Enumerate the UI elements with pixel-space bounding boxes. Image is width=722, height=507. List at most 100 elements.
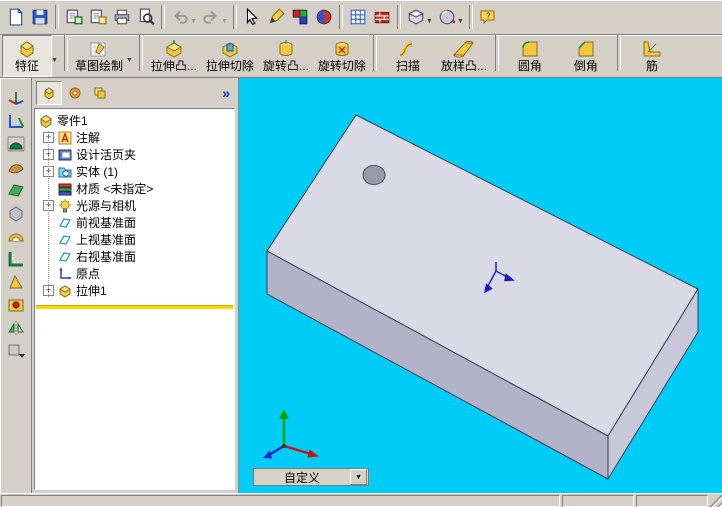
tree-item-lights-cameras[interactable]: + 光源与相机 — [35, 197, 234, 214]
view-orientation-button[interactable] — [404, 5, 428, 29]
deform-icon — [9, 205, 22, 222]
make-drawing-button[interactable] — [62, 5, 86, 29]
tree-guide-line — [48, 131, 50, 297]
material-icon — [57, 181, 73, 197]
print-preview-button[interactable] — [134, 5, 158, 29]
display-style-button[interactable] — [435, 5, 459, 29]
status-cell — [636, 495, 708, 507]
render-sphere-icon — [316, 9, 332, 25]
draft-icon — [8, 274, 23, 288]
axes-3d-button[interactable] — [3, 86, 29, 109]
more-features-button[interactable] — [3, 339, 29, 362]
extruded-cut-button[interactable]: 拉伸切除 — [202, 35, 258, 77]
chamfer-label: 倒角 — [573, 59, 598, 73]
feature-manager-icon — [44, 87, 54, 100]
rollback-bar[interactable] — [36, 305, 233, 309]
view-orientation-icon — [407, 9, 424, 25]
tree-item-label: 设计活页夹 — [76, 148, 137, 162]
view-selector-dropdown-button[interactable]: ▼ — [350, 469, 367, 485]
revolved-cut-button[interactable]: 旋转切除 — [314, 35, 370, 77]
render-button[interactable] — [312, 5, 336, 29]
tree-item-solid-bodies[interactable]: + 实体 (1) — [35, 163, 234, 180]
tree-item-annotations[interactable]: + 注解 — [35, 129, 234, 146]
svg-text:?: ? — [486, 12, 491, 21]
tree-item-label: 实体 (1) — [76, 165, 119, 179]
resize-grip[interactable] — [709, 494, 722, 507]
bricks-icon — [374, 11, 390, 24]
redo-button[interactable] — [199, 5, 223, 29]
bricks-button[interactable] — [370, 5, 394, 29]
view-orientation-caret[interactable]: ▼ — [426, 18, 433, 25]
sketch-mode-dropdown[interactable]: ▼ — [126, 35, 136, 77]
more-features-icon — [8, 344, 25, 358]
draft-button[interactable] — [3, 270, 29, 293]
view-selector-combo[interactable]: 自定义 ▼ — [253, 468, 369, 486]
feature-manager-panel: » 零件1 + 注解 + 设计活页夹 + 实体 (1) 材质 <未指定> + 光… — [32, 78, 238, 493]
select-arrow-icon — [246, 8, 258, 26]
fillet-button[interactable]: 圆角 — [502, 35, 558, 77]
lofted-boss-button[interactable]: 放样凸... — [436, 35, 492, 77]
panel-collapse-button[interactable]: » — [218, 86, 234, 100]
toolbar-separator — [161, 5, 165, 29]
deform-button[interactable] — [3, 201, 29, 224]
help-button[interactable]: ? — [476, 5, 500, 29]
color-button[interactable] — [288, 5, 312, 29]
undo-dropdown-caret[interactable]: ▼ — [190, 18, 197, 25]
revolved-boss-button[interactable]: 旋转凸... — [258, 35, 314, 77]
tree-item-design-binder[interactable]: + 设计活页夹 — [35, 146, 234, 163]
new-document-button[interactable] — [4, 5, 28, 29]
grid-button[interactable] — [346, 5, 370, 29]
tree-item-top-plane[interactable]: 上视基准面 — [35, 231, 234, 248]
chamfer-button[interactable]: 倒角 — [558, 35, 614, 77]
tree-item-part1[interactable]: 零件1 — [35, 112, 234, 129]
extrude-feature-icon — [57, 283, 73, 299]
tree-item-label: 零件1 — [57, 114, 88, 128]
model-block[interactable] — [266, 114, 699, 481]
coordinate-system-button[interactable] — [3, 109, 29, 132]
extruded-cut-icon — [222, 42, 238, 58]
shell-button[interactable] — [3, 224, 29, 247]
tree-item-extrude1[interactable]: + 拉伸1 — [35, 282, 234, 299]
design-binder-icon — [57, 147, 73, 163]
save-button[interactable] — [28, 5, 52, 29]
select-button[interactable] — [240, 5, 264, 29]
toolbar-separator — [63, 35, 68, 71]
make-drawing-from-part-icon — [66, 9, 83, 25]
tab-feature-manager[interactable] — [36, 81, 62, 105]
redo-icon — [203, 10, 217, 24]
undo-button[interactable] — [168, 5, 192, 29]
make-assembly-button[interactable] — [86, 5, 110, 29]
rib-button[interactable]: 筋 — [624, 35, 680, 77]
features-toolbar: 特征 ▼ 草图绘制 ▼ 拉伸凸... 拉伸切除 旋转凸... 旋转切除 扫描 放… — [0, 35, 722, 78]
rib-label: 筋 — [645, 59, 658, 73]
tree-item-origin[interactable]: 原点 — [35, 265, 234, 282]
mirror-button[interactable] — [3, 316, 29, 339]
mirror-icon — [7, 320, 24, 335]
surface-button[interactable] — [3, 178, 29, 201]
left-tool-strip — [0, 78, 32, 493]
tab-configuration-manager[interactable] — [88, 82, 112, 104]
tree-item-label: 注解 — [76, 131, 101, 145]
tree-item-material[interactable]: 材质 <未指定> — [35, 180, 234, 197]
print-preview-icon — [139, 8, 155, 26]
measure-button[interactable] — [3, 247, 29, 270]
grid-table-icon — [350, 9, 366, 25]
plane-icon — [57, 232, 73, 248]
sketch-mode-button[interactable]: 草图绘制 — [71, 35, 127, 77]
features-mode-button[interactable]: 特征 — [2, 35, 52, 77]
redo-dropdown-caret[interactable]: ▼ — [221, 18, 228, 25]
tree-item-front-plane[interactable]: 前视基准面 — [35, 214, 234, 231]
hole-wizard-button[interactable] — [3, 293, 29, 316]
tab-property-manager[interactable] — [63, 82, 87, 104]
tree-item-right-plane[interactable]: 右视基准面 — [35, 248, 234, 265]
toolbar-separator — [396, 5, 401, 29]
dome-button[interactable] — [3, 132, 29, 155]
freeform-button[interactable] — [3, 155, 29, 178]
sketch-tool-button[interactable] — [264, 5, 288, 29]
extruded-boss-button[interactable]: 拉伸凸... — [146, 35, 202, 77]
sweep-button[interactable]: 扫描 — [380, 35, 436, 77]
features-mode-dropdown[interactable]: ▼ — [51, 35, 61, 77]
graphics-viewport[interactable]: 自定义 ▼ — [238, 78, 722, 493]
display-style-caret[interactable]: ▼ — [457, 18, 464, 25]
print-button[interactable] — [110, 5, 134, 29]
